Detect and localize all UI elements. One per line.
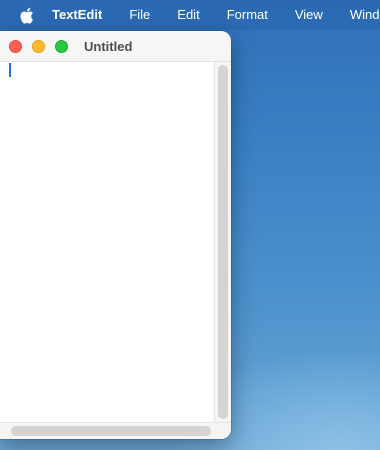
- vertical-scrollbar[interactable]: [214, 62, 231, 422]
- menu-window[interactable]: Window: [350, 0, 380, 30]
- apple-icon[interactable]: [19, 6, 34, 24]
- close-button[interactable]: [9, 40, 22, 53]
- menu-view[interactable]: View: [295, 0, 323, 30]
- menu-app-name[interactable]: TextEdit: [52, 0, 102, 30]
- zoom-button[interactable]: [55, 40, 68, 53]
- window-title: Untitled: [84, 39, 133, 54]
- text-caret: [9, 63, 11, 77]
- horizontal-scrollbar[interactable]: [0, 422, 231, 439]
- menu-format[interactable]: Format: [227, 0, 268, 30]
- minimize-button[interactable]: [32, 40, 45, 53]
- horizontal-scroll-thumb[interactable]: [11, 426, 211, 436]
- menu-file[interactable]: File: [129, 0, 150, 30]
- textedit-window: Untitled: [0, 31, 231, 439]
- menu-bar: TextEdit File Edit Format View Window: [0, 0, 380, 30]
- vertical-scroll-thumb[interactable]: [218, 65, 228, 419]
- menu-edit[interactable]: Edit: [177, 0, 199, 30]
- document-text-area[interactable]: [0, 62, 214, 422]
- title-bar[interactable]: Untitled: [0, 31, 231, 62]
